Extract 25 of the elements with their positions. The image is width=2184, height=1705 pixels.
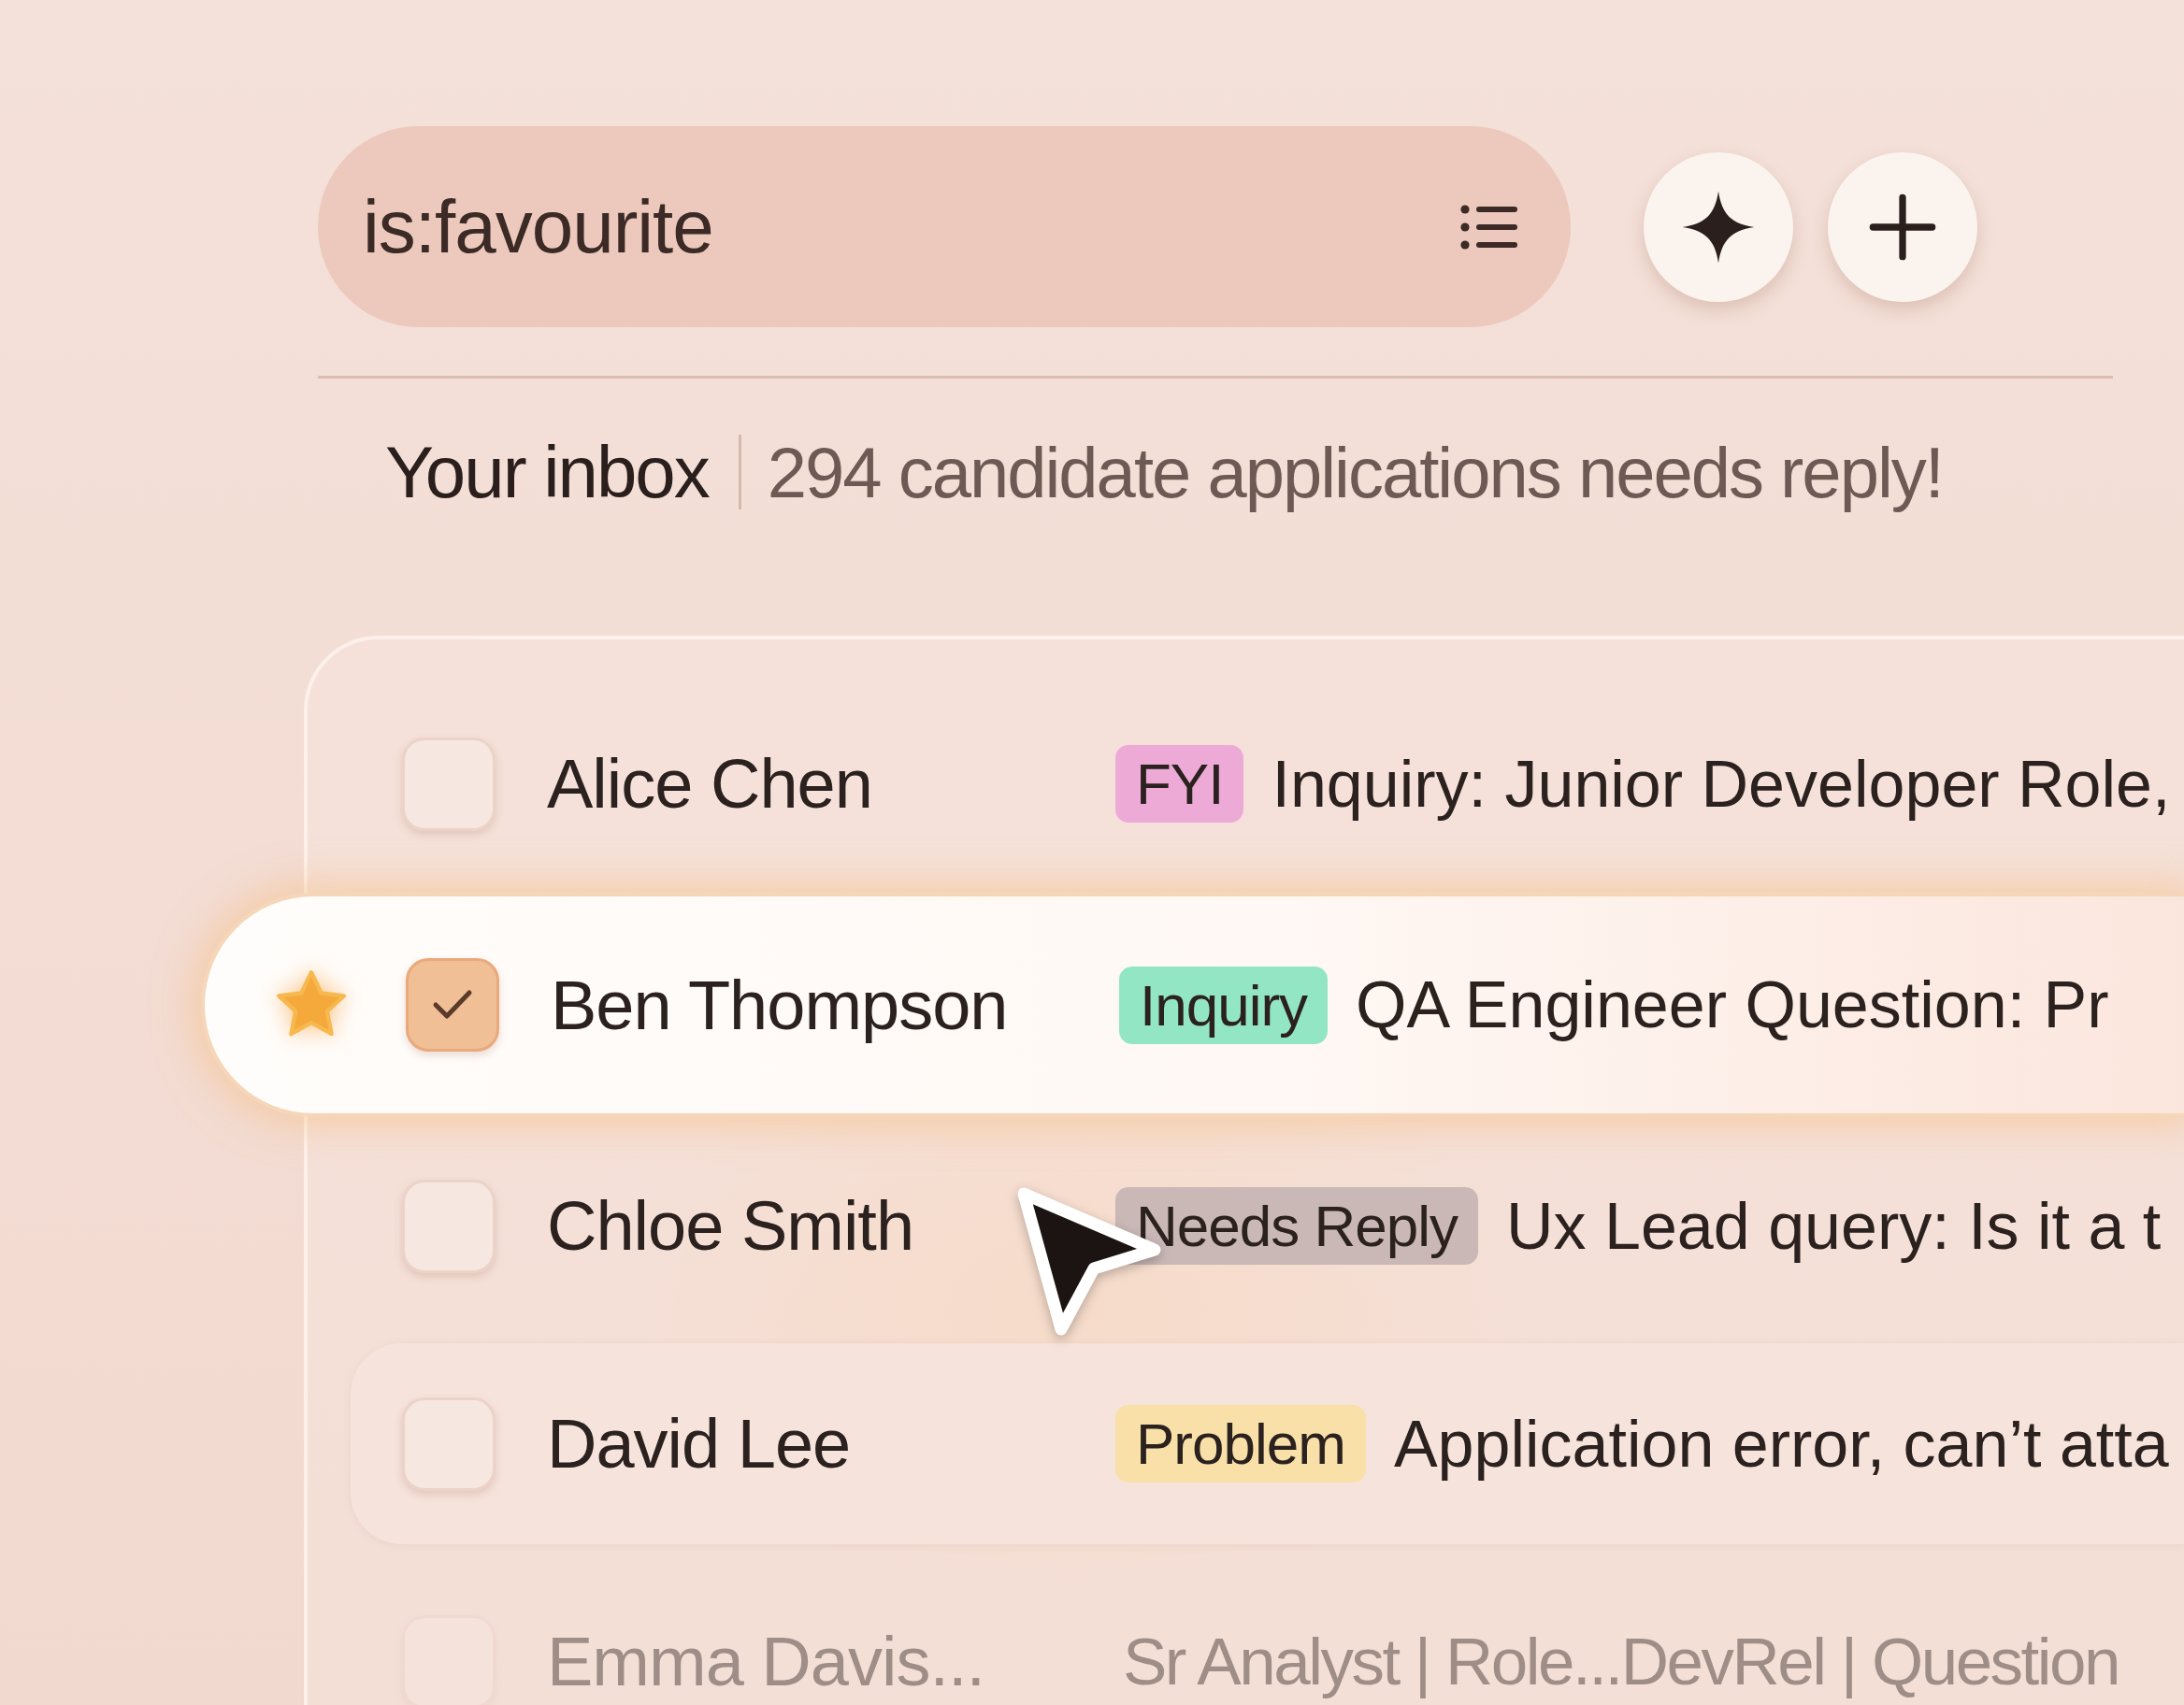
- label-tag: Problem: [1115, 1405, 1366, 1483]
- message-subject: Application error, can’t atta: [1393, 1406, 2169, 1482]
- message-subject: Ux Lead query: Is it a t: [1505, 1188, 2162, 1264]
- sender-name: Ben Thompson: [551, 965, 1009, 1045]
- inbox-summary: 294 candidate applications needs reply!: [767, 431, 1943, 513]
- selected-row-highlight[interactable]: Ben Thompson Inquiry QA Engineer Question: Pr: [201, 893, 2184, 1117]
- checkbox[interactable]: [402, 1179, 496, 1273]
- check-icon: [432, 988, 473, 1022]
- message-subject: Inquiry: Junior Developer Role,: [1272, 746, 2171, 822]
- sender-name: David Lee: [547, 1404, 852, 1483]
- row-background[interactable]: David Lee Problem Application error, can’t atta: [351, 1343, 2184, 1544]
- label-tag: Needs Reply: [1115, 1187, 1478, 1265]
- search-field[interactable]: is:favourite: [318, 126, 1571, 327]
- label-tag: Inquiry: [1119, 966, 1329, 1044]
- sender-name: Alice Chen: [547, 744, 873, 824]
- message-subject: Sr Analyst | Role...DevRel | Question: [1123, 1624, 2119, 1699]
- list-icon[interactable]: [1459, 204, 1519, 251]
- message-subject: QA Engineer Question: Pr: [1356, 967, 2109, 1042]
- label-tag: FYI: [1115, 745, 1244, 823]
- sender-name: Emma Davis...: [547, 1622, 986, 1701]
- inbox-title: Your inbox: [385, 429, 709, 515]
- checkbox[interactable]: [402, 737, 496, 831]
- sender-name: Chloe Smith: [547, 1186, 915, 1266]
- checkbox[interactable]: [406, 958, 499, 1052]
- checkbox[interactable]: [402, 1397, 496, 1491]
